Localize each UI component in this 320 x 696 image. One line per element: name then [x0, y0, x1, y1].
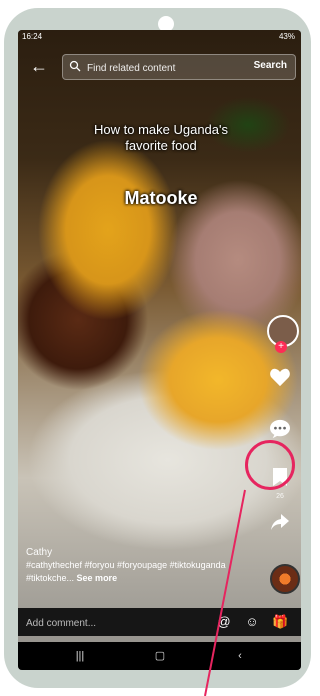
search-icon: [69, 60, 81, 72]
share-icon: [271, 514, 289, 530]
music-disc[interactable]: [270, 564, 300, 594]
back-nav-icon[interactable]: ‹: [230, 648, 250, 664]
see-more-link[interactable]: See more: [77, 573, 118, 583]
emoji-icon[interactable]: ☺: [244, 614, 260, 630]
heart-icon: [270, 368, 290, 387]
share-button[interactable]: [263, 513, 297, 537]
follow-button[interactable]: +: [275, 341, 287, 353]
android-nav-bar: ||| ▢ ‹: [18, 642, 301, 670]
comment-icon: [270, 419, 290, 439]
recents-icon[interactable]: |||: [70, 648, 90, 664]
comment-bar: @ ☺ 🎁: [18, 608, 301, 636]
status-time: 16:24: [22, 32, 43, 41]
save-count: 26: [276, 493, 284, 500]
search-input[interactable]: [85, 55, 239, 81]
search-button[interactable]: Search: [254, 60, 287, 71]
battery-level: 43%: [278, 32, 295, 41]
search-field[interactable]: Search: [62, 54, 296, 81]
screen: 16:24 43% ← Search How to make Uganda's …: [18, 30, 301, 670]
caption: Cathy #cathythechef #foryou #foryoupage …: [26, 546, 246, 585]
at-icon[interactable]: @: [216, 614, 232, 630]
save-highlight-ring: [245, 440, 295, 490]
like-button[interactable]: [263, 367, 297, 393]
home-icon[interactable]: ▢: [150, 648, 170, 664]
back-icon[interactable]: ←: [30, 56, 50, 76]
dish-name: Matooke: [124, 188, 198, 208]
comment-input[interactable]: [24, 612, 188, 634]
gift-icon[interactable]: 🎁: [272, 614, 288, 630]
status-bar: 16:24 43%: [18, 30, 301, 44]
creator-username[interactable]: Cathy: [26, 546, 246, 559]
caption-text: #cathythechef #foryou #foryoupage #tikto…: [26, 560, 226, 583]
search-bar: ← Search: [26, 52, 296, 81]
video-title-caption: How to make Uganda's favorite food: [94, 122, 228, 153]
